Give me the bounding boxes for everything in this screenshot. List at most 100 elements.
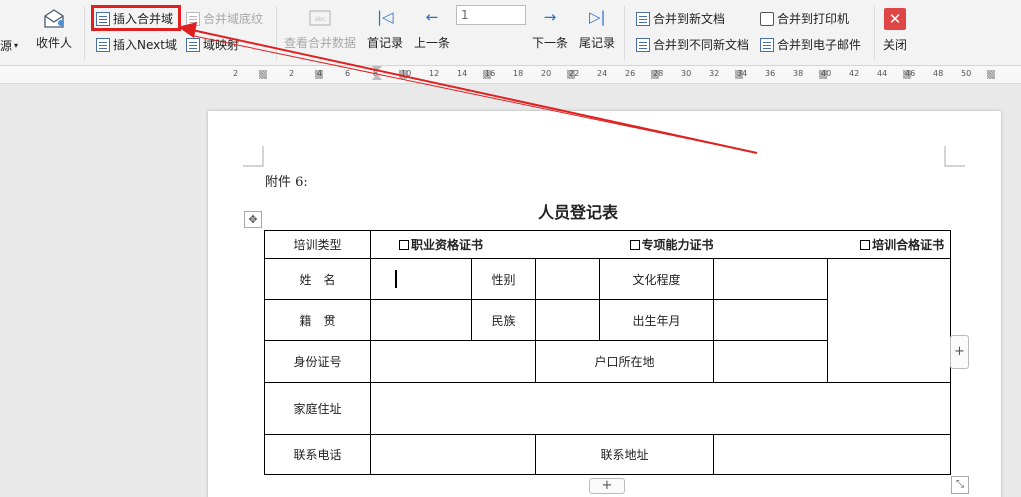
gender-cell[interactable] [535, 258, 600, 300]
view-data-icon: abc [309, 10, 331, 26]
add-column-button[interactable]: + [950, 335, 969, 369]
ribbon-separator [84, 6, 85, 60]
merge-field-shading-button: 合并域底纹 [186, 10, 263, 27]
option-special-skill-cert-label: 专项能力证书 [641, 238, 714, 252]
option-special-skill-cert[interactable]: 专项能力证书 [629, 236, 714, 253]
education-label[interactable]: 文化程度 [599, 258, 714, 300]
add-row-button[interactable]: + [589, 478, 625, 494]
option-professional-cert[interactable]: 职业资格证书 [399, 236, 483, 253]
birth-date-label[interactable]: 出生年月 [599, 299, 714, 341]
native-place-label[interactable]: 籍 贯 [264, 299, 371, 341]
recipients-button[interactable]: 收件人 [36, 8, 72, 51]
checkbox-icon[interactable] [399, 240, 409, 250]
education-cell[interactable] [713, 258, 828, 300]
table-row: 培训类型 职业资格证书 专项能力证书 培训合格证书 [264, 230, 952, 259]
close-button[interactable]: ✕ 关闭 [883, 8, 907, 53]
ruler-tick-label: 28 [653, 69, 664, 78]
table-row: 联系电话 联系地址 [264, 434, 952, 475]
table-row: 姓 名 性别 文化程度 [264, 258, 952, 383]
indent-marker-icon[interactable] [372, 66, 382, 86]
ruler-tick-label: 36 [765, 69, 776, 78]
ruler-tick-label: 10 [401, 69, 412, 78]
ribbon-separator [874, 6, 875, 60]
ruler-tick-label: 2 [289, 69, 295, 78]
close-icon: ✕ [884, 8, 906, 30]
merge-field-shading-label: 合并域底纹 [203, 12, 264, 26]
first-record-button[interactable]: |◁ 首记录 [367, 10, 403, 51]
ruler-gray-marker [259, 70, 267, 79]
phone-label[interactable]: 联系电话 [264, 434, 371, 475]
phone-cell[interactable] [370, 434, 536, 475]
text-cursor [395, 270, 397, 288]
ruler-tick-label: 46 [905, 69, 916, 78]
previous-record-button[interactable]: ← 上一条 [414, 10, 450, 51]
svg-text:abc: abc [315, 16, 326, 23]
home-address-label[interactable]: 家庭住址 [264, 382, 371, 435]
highlight-annotation-box [91, 5, 181, 31]
home-address-cell[interactable] [369, 382, 952, 435]
merge-to-printer-button[interactable]: 合并到打印机 [760, 10, 849, 27]
ruler-tick-label: 24 [597, 69, 608, 78]
contact-address-cell[interactable] [712, 434, 952, 475]
ribbon-separator [624, 6, 625, 60]
next-field-icon [96, 37, 110, 52]
id-number-cell[interactable] [370, 340, 536, 383]
birth-date-cell[interactable] [713, 299, 828, 341]
training-type-options[interactable]: 职业资格证书 专项能力证书 培训合格证书 [369, 230, 952, 259]
insert-next-field-label: 插入Next域 [113, 38, 177, 52]
data-source-button[interactable]: 源 ▾ [0, 37, 18, 54]
first-record-label: 首记录 [367, 36, 404, 50]
ruler-tick-label: 16 [485, 69, 496, 78]
merge-to-email-button[interactable]: 合并到电子邮件 [760, 36, 861, 53]
native-place-cell[interactable] [370, 299, 472, 341]
merge-to-diff-docs-button[interactable]: 合并到不同新文档 [636, 36, 749, 53]
field-mapping-label: 域映射 [203, 38, 240, 52]
name-label[interactable]: 姓 名 [264, 258, 371, 300]
photo-cell[interactable] [826, 258, 952, 383]
document-title[interactable]: 人员登记表 [538, 199, 618, 223]
option-training-cert[interactable]: 培训合格证书 [860, 236, 944, 253]
arrow-left-icon: ← [425, 8, 439, 26]
ruler-tick-label: 18 [513, 69, 524, 78]
merge-to-new-doc-button[interactable]: 合并到新文档 [636, 10, 725, 27]
name-cell[interactable] [370, 258, 472, 300]
ruler-tick-label: 22 [569, 69, 580, 78]
next-record-label: 下一条 [532, 36, 569, 50]
mail-merge-ribbon: 源 ▾ 收件人 插入合并域 合并域底纹 插入Next域 域映射 abc 查看合并数… [0, 0, 1021, 66]
diff-docs-icon [636, 37, 650, 52]
last-record-button[interactable]: ▷| 尾记录 [579, 10, 615, 51]
checkbox-icon[interactable] [860, 240, 871, 250]
ethnicity-cell[interactable] [535, 299, 600, 341]
merge-to-new-doc-label: 合并到新文档 [653, 12, 726, 26]
checkbox-icon[interactable] [629, 240, 640, 250]
table-move-handle-icon[interactable]: ✥ [244, 211, 262, 228]
gender-label[interactable]: 性别 [471, 258, 536, 300]
ruler-tick-label: 6 [345, 69, 351, 78]
next-record-button[interactable]: → 下一条 [532, 10, 568, 51]
data-source-label: 源 [0, 39, 13, 53]
ruler-tick-label: 2 [233, 69, 239, 78]
id-number-label[interactable]: 身份证号 [264, 340, 371, 383]
horizontal-ruler[interactable]: 2 2 4 6 8 10 12 14 16 18 20 22 24 26 28 30 32 34 36 38 40 42 4… [0, 66, 1021, 84]
table-resize-icon[interactable]: ⤡ [951, 476, 969, 494]
contact-address-label[interactable]: 联系地址 [535, 434, 714, 475]
ruler-tick-label: 42 [849, 69, 860, 78]
training-type-label[interactable]: 培训类型 [264, 230, 371, 259]
ruler-tick-label: 40 [821, 69, 832, 78]
attachment-heading[interactable]: 附件 6: [265, 171, 308, 190]
arrow-right-icon: → [543, 8, 557, 26]
registration-table: 培训类型 职业资格证书 专项能力证书 培训合格证书 姓 名 性别 文化程度 籍 … [264, 230, 952, 475]
dropdown-arrow-icon: ▾ [14, 41, 19, 50]
hukou-label[interactable]: 户口所在地 [535, 340, 714, 383]
previous-record-label: 上一条 [414, 36, 451, 50]
ruler-tick-label: 38 [793, 69, 804, 78]
option-professional-cert-label: 职业资格证书 [411, 238, 484, 252]
hukou-cell[interactable] [713, 340, 828, 383]
ruler-tick-label: 30 [681, 69, 692, 78]
email-doc-icon [760, 37, 774, 52]
field-mapping-button[interactable]: 域映射 [186, 36, 239, 53]
insert-next-field-button[interactable]: 插入Next域 [96, 36, 177, 53]
record-number-input[interactable] [456, 5, 526, 25]
ethnicity-label[interactable]: 民族 [471, 299, 536, 341]
ruler-tick-label: 14 [457, 69, 468, 78]
